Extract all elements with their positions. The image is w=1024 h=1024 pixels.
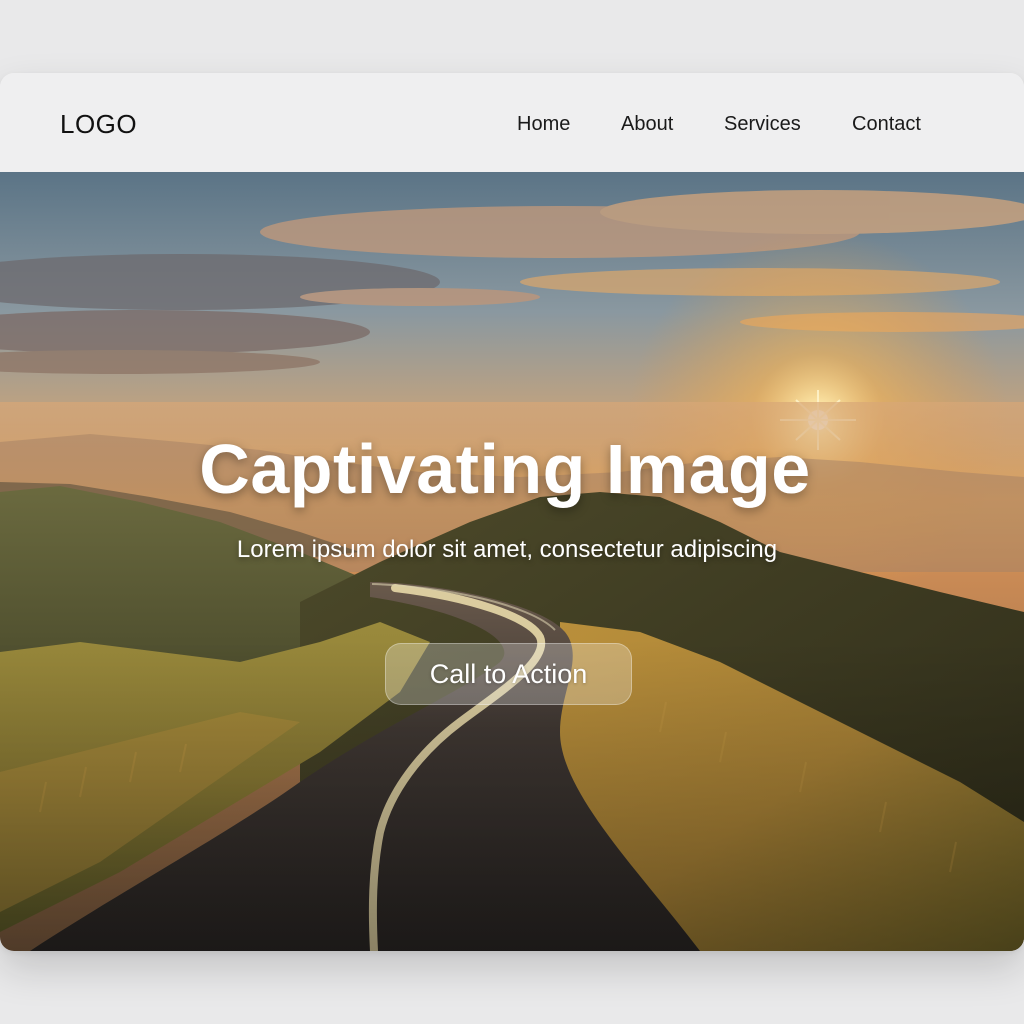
- hero-title: Captivating Image: [199, 430, 811, 508]
- logo[interactable]: LOGO: [60, 109, 137, 140]
- call-to-action-button[interactable]: Call to Action: [385, 643, 632, 705]
- nav-link-home[interactable]: Home: [517, 113, 570, 136]
- nav-link-contact[interactable]: Contact: [852, 113, 921, 136]
- navbar: LOGO Home About Services Contact: [0, 73, 1024, 172]
- nav-link-services[interactable]: Services: [724, 113, 801, 136]
- browser-window: LOGO Home About Services Contact Captiva…: [0, 73, 1024, 951]
- hero-section: Captivating Image Lorem ipsum dolor sit …: [0, 172, 1024, 951]
- hero-subtitle: Lorem ipsum dolor sit amet, consectetur …: [236, 536, 778, 563]
- nav-link-about[interactable]: About: [621, 113, 673, 136]
